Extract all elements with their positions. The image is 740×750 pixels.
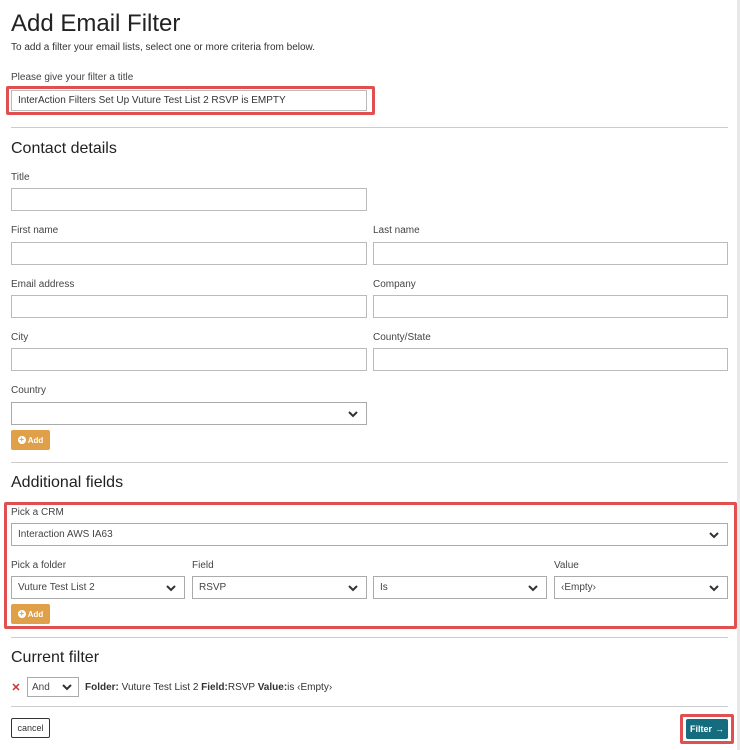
title-label: Title (11, 172, 30, 183)
chevron-down-icon (348, 410, 358, 417)
field-label: Field (192, 560, 214, 571)
conjunction-select[interactable]: And (27, 677, 79, 697)
chevron-down-icon (166, 584, 176, 591)
crm-select-value: Interaction AWS IA63 (18, 529, 113, 540)
first-name-label: First name (11, 225, 59, 236)
field-select[interactable]: RSVP (192, 576, 367, 599)
field-select-value: RSVP (199, 582, 227, 593)
last-name-label: Last name (373, 225, 420, 236)
operator-select[interactable]: Is (373, 576, 547, 599)
city-input[interactable] (11, 348, 367, 371)
country-select[interactable] (11, 402, 367, 425)
additional-fields-heading: Additional fields (11, 474, 124, 491)
email-label: Email address (11, 279, 75, 290)
divider-1 (11, 127, 728, 128)
crm-label: Pick a CRM (11, 507, 64, 518)
arrow-right-icon: → (715, 724, 725, 734)
contact-add-label: Add (27, 435, 44, 445)
chevron-down-icon (528, 584, 538, 591)
chevron-down-icon (348, 584, 358, 591)
folder-select[interactable]: Vuture Test List 2 (11, 576, 185, 599)
county-label: County/State (373, 332, 431, 343)
chevron-down-icon (709, 584, 719, 591)
company-label: Company (373, 279, 416, 290)
current-filter-heading: Current filter (11, 649, 100, 666)
crm-select[interactable]: Interaction AWS IA63 (11, 523, 728, 546)
plus-circle-icon: + (17, 609, 26, 618)
divider-2 (11, 462, 728, 463)
email-input[interactable] (11, 295, 367, 318)
folder-select-value: Vuture Test List 2 (18, 582, 95, 593)
company-input[interactable] (373, 295, 728, 318)
value-value: is ‹Empty› (287, 681, 333, 693)
divider-4 (11, 706, 728, 707)
value-select-value: ‹Empty› (561, 582, 596, 593)
remove-filter-icon[interactable]: ✕ (11, 681, 21, 694)
plus-circle-icon: + (17, 435, 26, 444)
filter-title-label: Please give your filter a title (11, 72, 134, 83)
contact-details-heading: Contact details (11, 140, 117, 157)
value-label: Value (554, 560, 579, 571)
current-filter-summary: Folder: Vuture Test List 2 Field:RSVP Va… (85, 682, 332, 693)
divider-3 (11, 637, 728, 638)
filter-title-input[interactable] (11, 90, 367, 111)
additional-add-button[interactable]: + Add (11, 604, 50, 624)
field-value: RSVP (227, 681, 255, 693)
page-lead: To add a filter your email lists, select… (11, 42, 316, 53)
folder-label: Pick a folder (11, 560, 67, 571)
first-name-input[interactable] (11, 242, 367, 265)
chevron-down-icon (62, 684, 72, 691)
country-label: Country (11, 385, 47, 396)
contact-add-button[interactable]: + Add (11, 430, 50, 450)
current-filter-row: ✕ And Folder: Vuture Test List 2 Field:R… (11, 677, 332, 697)
filter-button[interactable]: Filter → (686, 719, 728, 739)
conjunction-select-value: And (32, 681, 50, 693)
value-select[interactable]: ‹Empty› (554, 576, 728, 599)
page-title: Add Email Filter (11, 10, 181, 37)
operator-select-value: Is (380, 582, 388, 593)
value-key: Value: (257, 681, 288, 693)
last-name-input[interactable] (373, 242, 728, 265)
county-input[interactable] (373, 348, 728, 371)
city-label: City (11, 332, 29, 343)
field-key: Field: (201, 681, 228, 693)
title-input[interactable] (11, 188, 367, 211)
chevron-down-icon (709, 531, 719, 538)
filter-button-label: Filter (690, 724, 713, 734)
additional-fields-highlight (4, 502, 737, 629)
additional-add-label: Add (27, 609, 44, 619)
folder-key: Folder: (85, 681, 119, 693)
cancel-button[interactable]: cancel (11, 718, 50, 738)
folder-value: Vuture Test List 2 (121, 681, 199, 693)
